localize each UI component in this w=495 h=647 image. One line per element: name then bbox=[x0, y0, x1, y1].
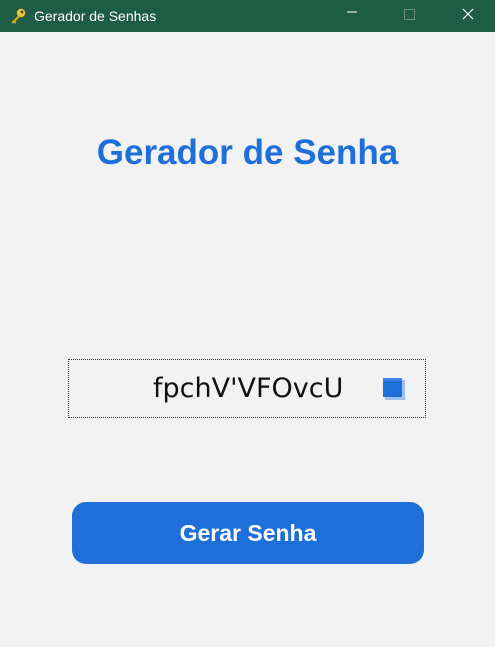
window-title: Gerador de Senhas bbox=[34, 8, 157, 24]
generate-password-button[interactable]: Gerar Senha bbox=[72, 502, 424, 564]
password-display: fpchV'VFOvcU bbox=[68, 359, 426, 418]
copy-button[interactable] bbox=[381, 376, 407, 402]
maximize-button[interactable] bbox=[386, 0, 432, 32]
password-value[interactable]: fpchV'VFOvcU bbox=[153, 373, 343, 405]
minimize-icon bbox=[347, 11, 357, 13]
maximize-icon bbox=[404, 9, 415, 20]
key-icon bbox=[9, 7, 27, 25]
close-button[interactable] bbox=[446, 0, 492, 32]
minimize-button[interactable] bbox=[329, 0, 375, 32]
copy-icon bbox=[383, 378, 405, 400]
close-icon bbox=[462, 8, 474, 20]
app-content: Gerador de Senha fpchV'VFOvcU Gerar Senh… bbox=[0, 32, 495, 647]
page-title: Gerador de Senha bbox=[96, 133, 399, 172]
title-bar: Gerador de Senhas bbox=[0, 0, 495, 32]
